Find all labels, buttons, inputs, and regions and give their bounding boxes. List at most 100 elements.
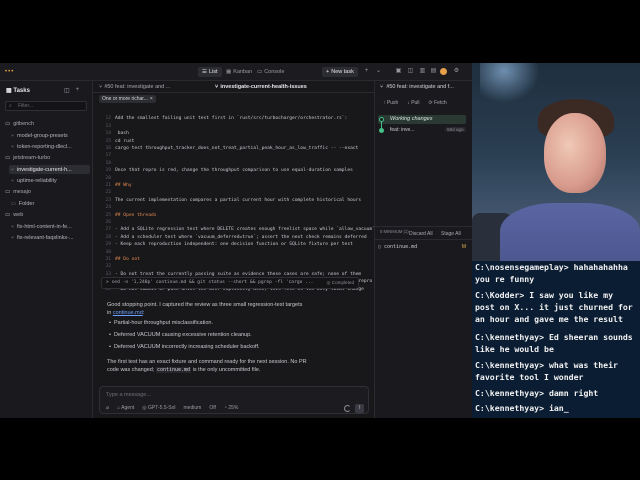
pull-button[interactable]: ↓ Pull (407, 100, 419, 106)
sidebar-group-gitbench[interactable]: ▭ gitbench (5, 121, 34, 127)
working-changes-label: Working changes (390, 116, 433, 122)
close-icon[interactable]: × (150, 96, 153, 102)
window-dots-icon[interactable]: ••• (5, 69, 14, 75)
code-text: bash (115, 131, 129, 137)
layout-icon[interactable]: ◫ (406, 67, 415, 76)
gear-icon[interactable]: ⚙ (452, 67, 461, 76)
sidebar-actions: ◫ + (64, 87, 79, 94)
branch-icon: ⑂ (11, 143, 15, 150)
kanban-icon: ▦ (226, 69, 232, 75)
commit-node-icon (379, 128, 384, 133)
sidebar-toggle-icon[interactable]: ▥ (418, 67, 427, 76)
send-button[interactable]: ↑ (355, 404, 364, 413)
changes-count: 0 MINIMUM (1) (380, 229, 409, 234)
pull-request-icon: ⑂ (380, 84, 384, 90)
add-icon[interactable]: + (362, 67, 371, 76)
sidebar-title: ▦ Tasks (6, 88, 30, 94)
tab-list[interactable]: ☰ List (198, 67, 222, 77)
panel-icon[interactable]: ▤ (429, 67, 438, 76)
agent-selector[interactable]: ⌂ Agent (117, 405, 134, 411)
folder-icon: ▭ (5, 189, 11, 195)
sidebar-item-token-reporting[interactable]: ⑂ token-reporting-dlecl... (9, 142, 90, 151)
code-text: The current implementation compares a pa… (115, 197, 362, 203)
message-composer[interactable]: Type a message... ⌀ ⌂ Agent ◎ GPT-5.5-So… (99, 386, 369, 414)
crumb-pr[interactable]: ⑂ #50 feat: investigate and ... (99, 83, 170, 91)
tab-file[interactable]: One or more richar... × (99, 95, 156, 103)
terminal-icon[interactable]: ▣ (394, 67, 403, 76)
chat-message: C:\kennethyay> Ed sheeran sounds like he… (475, 332, 633, 355)
changed-file[interactable]: ▯ continue.md M (378, 243, 468, 251)
add-icon[interactable]: + (76, 87, 80, 94)
sidebar-group-web[interactable]: ▭ web (5, 212, 23, 218)
branch-icon: ⑂ (215, 84, 219, 90)
code-text: cargo test throughput_tracker_does_not_t… (115, 146, 359, 151)
push-button[interactable]: ↑ Push (383, 100, 398, 106)
code-text: Add the smallest failing unit test first… (115, 116, 348, 122)
sidebar-item-fix-html-content[interactable]: ⑂ fix-html-content-in-fe... (9, 222, 90, 231)
main-panel: ⑂ #50 feat: investigate and ... ⑂ invest… (93, 81, 374, 418)
sidebar-group-jetstream-turbo[interactable]: ▭ jetstream-turbo (5, 155, 50, 161)
context-usage: ◔ 25% (223, 405, 239, 411)
code-text: - Add a SQLite regression test where DEL… (115, 227, 374, 233)
new-task-label: New task (331, 69, 354, 75)
assistant-message: Good stopping point. I captured the revi… (107, 301, 337, 317)
status-badge: ◎ Completed (326, 280, 354, 285)
composer-placeholder: Type a message... (106, 392, 151, 398)
sidebar-item-folder[interactable]: ▭ Folder (9, 199, 90, 208)
mode-toggle[interactable]: Off (209, 405, 216, 411)
console-icon: ▭ (257, 69, 263, 75)
folder-icon: ▭ (11, 200, 16, 207)
top-bar: ••• ☰ List ▦ Kanban ▭ Console + New task… (0, 63, 472, 81)
webcam-light (480, 63, 540, 103)
code-text: - Keep each reproduction independent: on… (115, 242, 353, 248)
model-selector[interactable]: ◎ GPT-5.5-Sol (142, 405, 175, 411)
folder-icon: ▭ (5, 212, 11, 218)
webcam-person-body (500, 203, 640, 261)
commit-node-icon (379, 117, 384, 122)
code-text: ## Open threads (115, 212, 157, 218)
tab-console[interactable]: ▭ Console (253, 67, 288, 77)
commit-row[interactable]: feat: inve... (390, 127, 414, 133)
discard-all-button[interactable]: Discard All (409, 231, 433, 237)
git-panel: ⑂ #50 feat: investigate and f... ↑ Push … (374, 81, 472, 418)
app-window: ••• ☰ List ▦ Kanban ▭ Console + New task… (0, 63, 472, 418)
tab-console-label: Console (264, 69, 285, 75)
plus-icon: + (326, 69, 330, 75)
tab-kanban[interactable]: ▦ Kanban (222, 67, 256, 77)
branch-icon: ⑂ (11, 132, 15, 139)
tasks-icon: ▦ (6, 88, 12, 94)
commit-age: 59d ago (445, 127, 466, 132)
sidebar-item-uptime-reliability[interactable]: ⑂ uptime-reliability (9, 176, 90, 185)
git-actions: ↑ Push ↓ Pull ⟳ Fetch (383, 100, 447, 106)
code-text: cd rust (115, 138, 135, 144)
changes-header: 0 MINIMUM (1) Discard All Stage All (375, 226, 472, 240)
chat-message: C:\Kodder> I saw you like my post on X..… (475, 290, 633, 325)
search-icon: ⌕ (9, 103, 12, 109)
attach-icon[interactable]: ⌀ (106, 405, 109, 411)
file-icon: ▯ (378, 244, 382, 250)
chat-message: C:\nosensegameplay> hahahahahha you re f… (475, 262, 628, 285)
tab-list-label: List (208, 69, 218, 75)
crumb-branch[interactable]: ⑂ investigate-current-health-issues (215, 83, 307, 91)
new-task-button[interactable]: + New task (322, 67, 358, 77)
avatar[interactable] (440, 68, 447, 75)
sidebar-item-model-group-presets[interactable]: ⑂ model-group-presets (9, 131, 90, 140)
composer-toolbar: ⌀ ⌂ Agent ◎ GPT-5.5-Sol medium Off ◔ 25% (106, 405, 238, 411)
git-panel-title: ⑂ #50 feat: investigate and f... (380, 84, 454, 90)
filter-input[interactable]: ⌕ Filter... (5, 101, 87, 111)
sidebar-item-fix-relevant-faqslinks[interactable]: ⑂ fix-relevant-faqslinks-... (9, 233, 90, 242)
command-output[interactable]: > sed -n '1,240p' continue.md && git sta… (101, 277, 359, 289)
stage-all-button[interactable]: Stage All (441, 231, 461, 237)
sidebar-item-investigate-current-health[interactable]: ⑂ investigate-current-h... (9, 165, 90, 174)
tab-kanban-label: Kanban (233, 69, 253, 75)
folder-icon: ▭ (5, 155, 11, 161)
loading-spinner-icon (344, 405, 351, 412)
file-link[interactable]: continue.md (113, 310, 143, 316)
chevron-down-icon[interactable]: ⌄ (374, 67, 383, 76)
stream-chat: C:\nosensegameplay> hahahahahha you re f… (472, 261, 640, 418)
sidebar-group-mesajo[interactable]: ▭ mesajo (5, 189, 31, 195)
effort-selector[interactable]: medium (184, 405, 202, 411)
folder-icon: ▭ (5, 121, 11, 127)
collapse-icon[interactable]: ◫ (64, 87, 70, 94)
fetch-button[interactable]: ⟳ Fetch (429, 100, 447, 106)
